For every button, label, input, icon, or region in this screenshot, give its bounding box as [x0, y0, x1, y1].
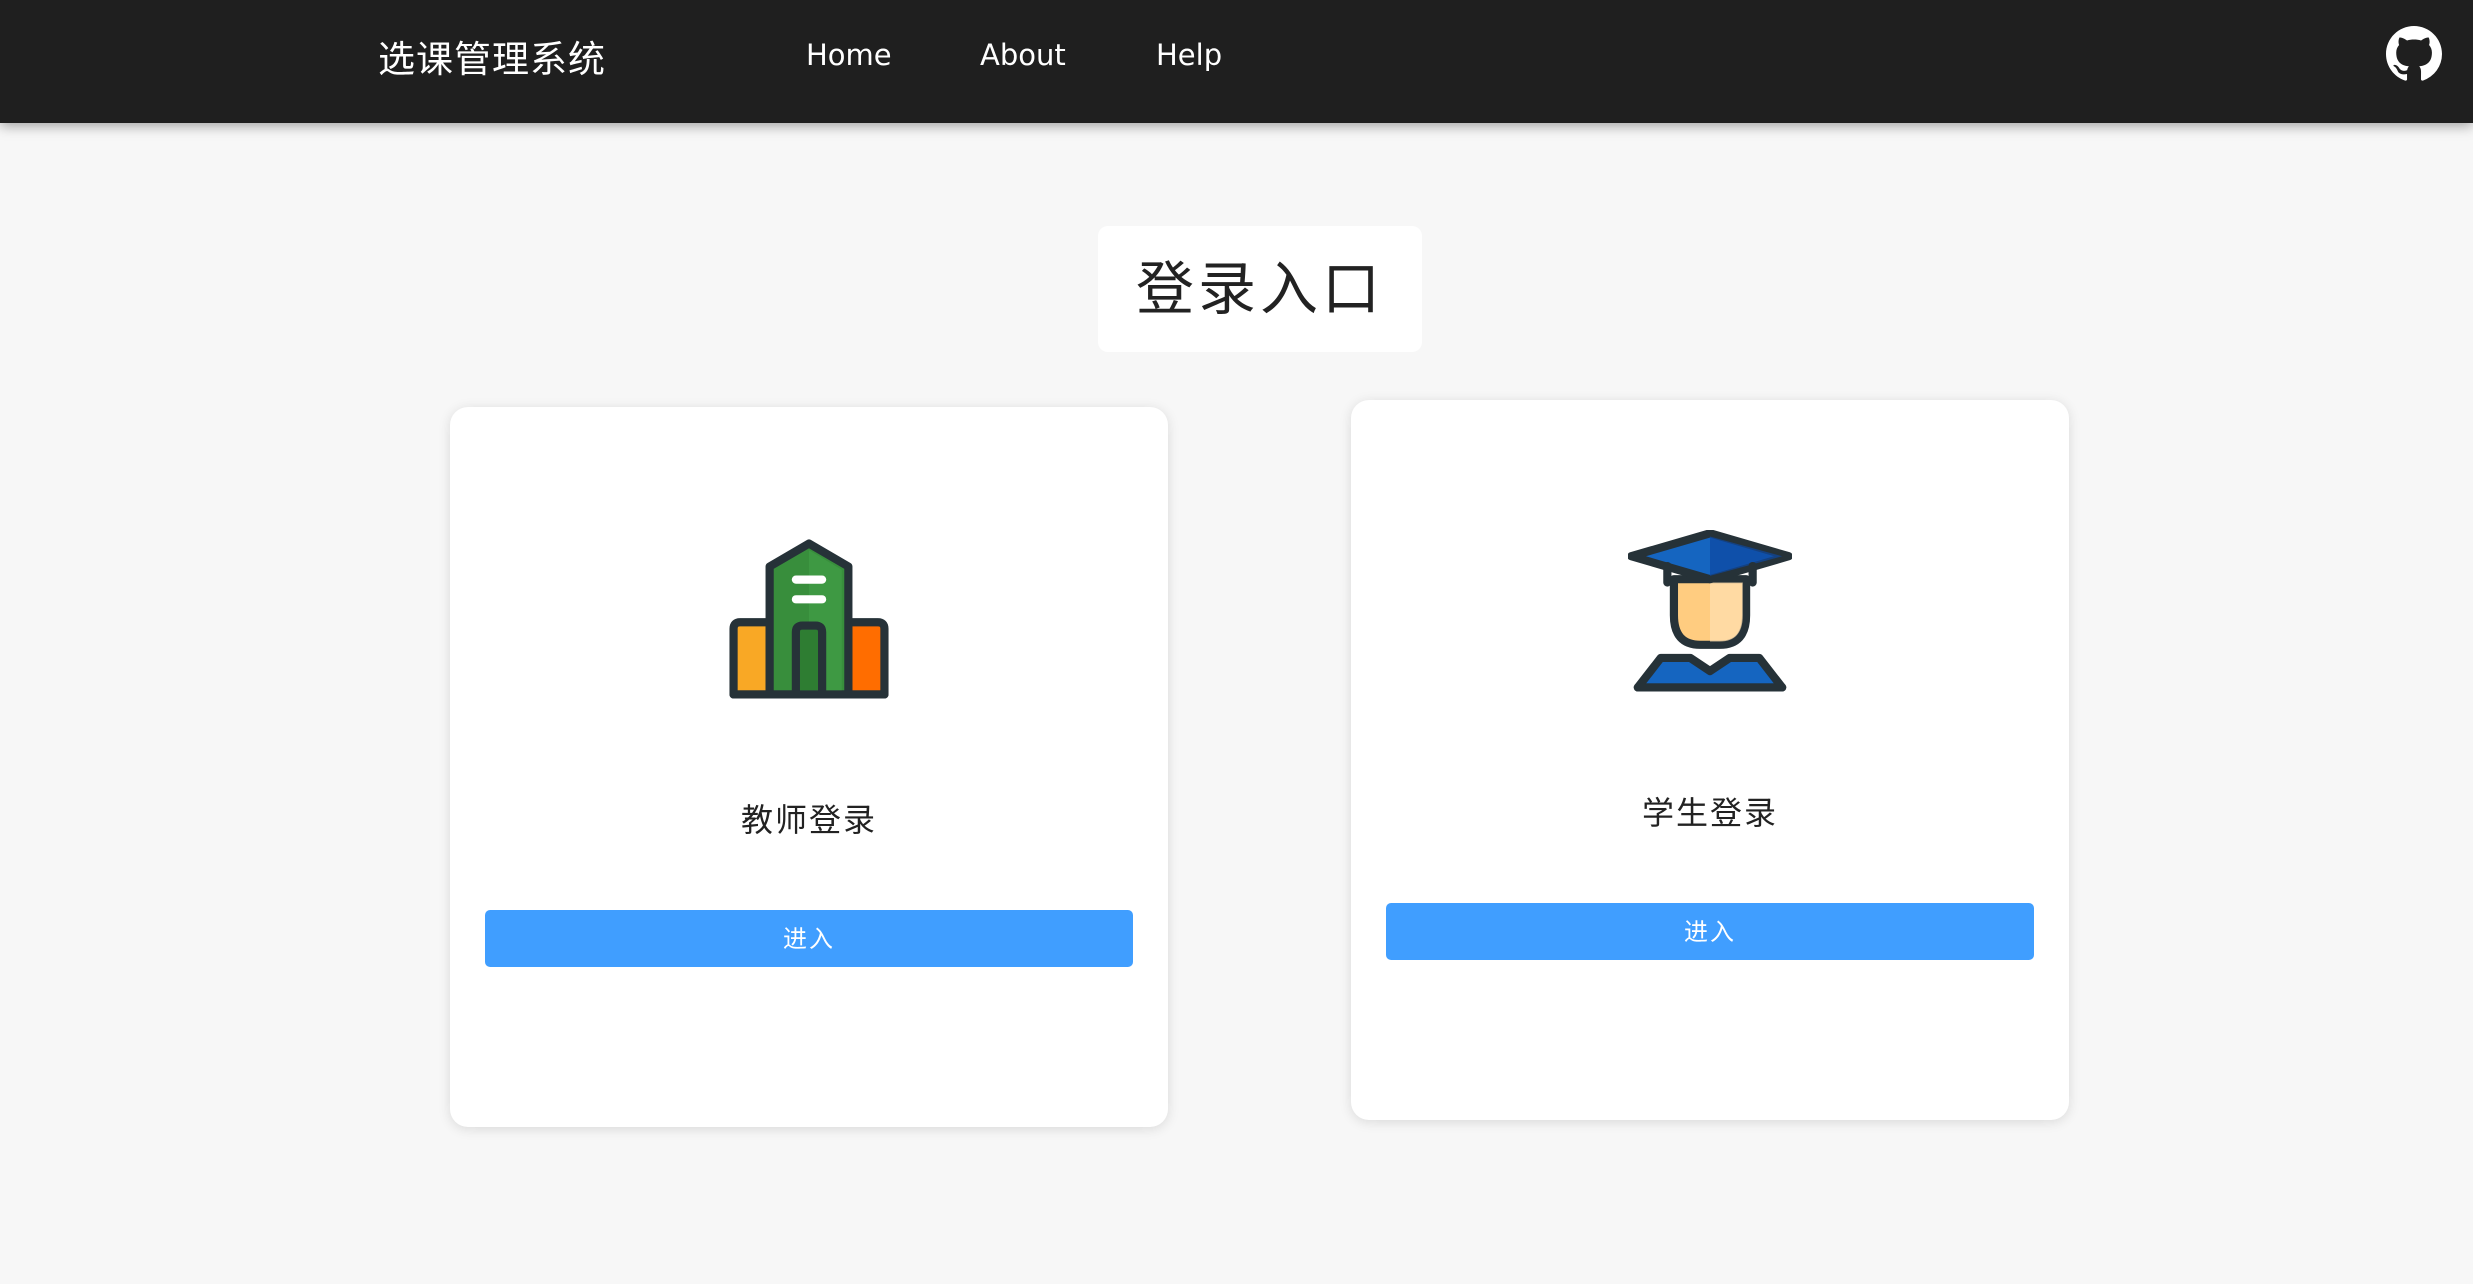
graduate-student-icon: [1351, 530, 2069, 700]
nav-help-link[interactable]: Help: [1156, 30, 1222, 80]
github-icon[interactable]: [2386, 26, 2442, 82]
teacher-login-title: 教师登录: [740, 801, 877, 839]
teacher-enter-button[interactable]: 进入: [485, 910, 1133, 967]
student-enter-button[interactable]: 进入: [1386, 903, 2034, 960]
student-login-title: 学生登录: [1641, 794, 1778, 832]
top-navbar: 选课管理系统 Home About Help: [0, 0, 2473, 123]
nav-about-link[interactable]: About: [980, 30, 1066, 80]
page-title: 登录入口: [1098, 226, 1422, 352]
nav-home-link[interactable]: Home: [806, 30, 892, 80]
school-building-icon: [450, 537, 1168, 707]
student-login-card: 学生登录 进入: [1351, 400, 2069, 1120]
app-brand-title[interactable]: 选课管理系统: [378, 30, 606, 90]
teacher-login-card: 教师登录 进入: [450, 407, 1168, 1127]
